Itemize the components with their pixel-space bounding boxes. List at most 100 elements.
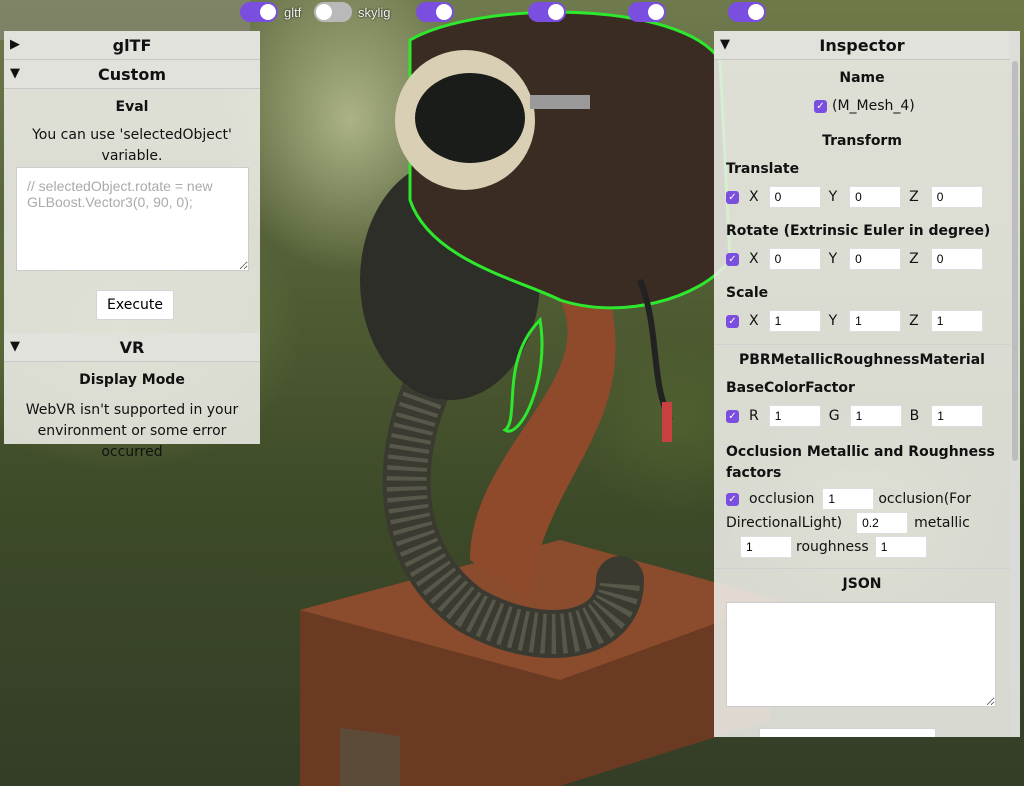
collapse-arrow-icon: ▼ (10, 339, 20, 354)
json-textarea[interactable] (726, 602, 996, 707)
inspector-body: Name ✓ (M_Mesh_4) Transform Translate ✓ … (714, 60, 1010, 737)
execute-button[interactable]: Execute (96, 290, 174, 320)
axis-z-label: Z (909, 189, 919, 205)
switch-off[interactable] (314, 2, 352, 22)
axis-x-label: X (749, 189, 759, 205)
translate-x-input[interactable] (768, 186, 821, 208)
scale-label: Scale (726, 285, 769, 301)
inspector-scrollbar[interactable] (1010, 31, 1020, 737)
axis-z-label: Z (909, 251, 919, 267)
occlusion-label: occlusion (749, 491, 815, 507)
base-color-b-input[interactable] (931, 405, 984, 427)
base-color-row: ✓ R G B (726, 405, 984, 427)
inspector-panel: ▼ Inspector Name ✓ (M_Mesh_4) Transform … (714, 31, 1020, 737)
axis-x-label: X (749, 251, 759, 267)
scale-y-input[interactable] (849, 310, 902, 332)
vr-section-header[interactable]: ▼ VR (4, 333, 260, 362)
inspector-title: Inspector (819, 35, 905, 55)
occlusion-dir-row: DirectionalLight) metallic (726, 512, 970, 534)
toggle-skylight[interactable]: skylig (314, 2, 391, 22)
base-color-r-input[interactable] (768, 405, 821, 427)
translate-row: ✓ X Y Z (726, 186, 983, 208)
switch-on[interactable] (416, 2, 454, 22)
translate-z-input[interactable] (930, 186, 983, 208)
switch-on[interactable] (628, 2, 666, 22)
visibility-toggle-bar: gltf skylig (0, 2, 1024, 24)
inspector-header[interactable]: ▼ Inspector (714, 31, 1010, 60)
json-label: JSON (842, 576, 882, 592)
axis-x-label: X (749, 313, 759, 329)
switch-on[interactable] (528, 2, 566, 22)
visible-checkbox[interactable]: ✓ (814, 99, 827, 113)
translate-y-input[interactable] (849, 186, 902, 208)
toggle-6[interactable] (728, 2, 766, 22)
material-label: PBRMetallicRoughnessMaterial (739, 352, 985, 368)
eval-label: Eval (115, 99, 149, 115)
translate-checkbox[interactable]: ✓ (726, 190, 739, 204)
eval-code-input[interactable] (16, 167, 249, 271)
vr-message: WebVR isn't supported in your environmen… (25, 402, 239, 460)
switch-on[interactable] (728, 2, 766, 22)
gltf-section-header[interactable]: ▶ glTF (4, 31, 260, 60)
collapse-arrow-icon: ▼ (10, 66, 20, 81)
scale-row: ✓ X Y Z (726, 310, 983, 332)
roughness-input[interactable] (874, 536, 927, 558)
metallic-input[interactable] (740, 536, 792, 558)
section-title: glTF (112, 35, 152, 55)
mesh-name-row: ✓ (M_Mesh_4) (814, 98, 915, 114)
base-color-label: BaseColorFactor (726, 380, 855, 396)
toggle-4[interactable] (528, 2, 566, 22)
divider (714, 568, 1010, 569)
occlusion-dir-label-cont: DirectionalLight) (726, 515, 843, 531)
scale-z-input[interactable] (930, 310, 983, 332)
toggle-3[interactable] (416, 2, 454, 22)
transform-label: Transform (822, 133, 902, 149)
occlusion-dir-input[interactable] (856, 512, 909, 534)
eval-hint: You can use 'selectedObject' variable. (32, 127, 232, 164)
section-title: Custom (98, 64, 166, 84)
rotate-z-input[interactable] (930, 248, 983, 270)
metallic-label: metallic (914, 515, 970, 531)
display-mode-label: Display Mode (79, 372, 185, 388)
toggle-5[interactable] (628, 2, 666, 22)
mesh-name: (M_Mesh_4) (832, 98, 915, 114)
rotate-label: Rotate (Extrinsic Euler in degree) (726, 223, 991, 239)
toggle-gltf[interactable]: gltf (240, 2, 301, 22)
roughness-label: roughness (796, 539, 869, 555)
scrollbar-thumb[interactable] (1012, 61, 1018, 461)
channel-b-label: B (909, 408, 920, 424)
custom-section-body: Eval You can use 'selectedObject' variab… (4, 89, 260, 333)
oms-label: Occlusion Metallic and Roughness factors (726, 444, 995, 481)
base-color-g-input[interactable] (849, 405, 902, 427)
apply-json-button[interactable] (759, 728, 936, 737)
oms-checkbox[interactable]: ✓ (726, 492, 739, 506)
scale-x-input[interactable] (768, 310, 821, 332)
toggle-label: skylig (358, 4, 391, 20)
base-color-checkbox[interactable]: ✓ (726, 409, 739, 423)
collapse-arrow-icon: ▼ (720, 37, 730, 52)
rotate-checkbox[interactable]: ✓ (726, 252, 739, 266)
custom-section-header[interactable]: ▼ Custom (4, 60, 260, 89)
metallic-roughness-row: roughness (740, 536, 927, 558)
switch-on[interactable] (240, 2, 278, 22)
channel-r-label: R (749, 408, 759, 424)
left-panel: ▶ glTF ▼ Custom Eval You can use 'select… (4, 31, 260, 460)
axis-y-label: Y (828, 189, 838, 205)
axis-z-label: Z (909, 313, 919, 329)
section-title: VR (119, 337, 145, 357)
rotate-y-input[interactable] (849, 248, 902, 270)
toggle-label: gltf (284, 4, 302, 20)
rotate-row: ✓ X Y Z (726, 248, 983, 270)
divider (714, 344, 1010, 345)
axis-y-label: Y (828, 251, 838, 267)
occlusion-input[interactable] (822, 488, 875, 510)
scale-checkbox[interactable]: ✓ (726, 314, 739, 328)
vr-section-body: Display Mode WebVR isn't supported in yo… (4, 362, 260, 460)
occlusion-dir-label: occlusion(For (878, 491, 972, 507)
translate-label: Translate (726, 161, 800, 177)
channel-g-label: G (828, 408, 840, 424)
occlusion-row: ✓ occlusion occlusion(For (726, 488, 971, 510)
axis-y-label: Y (828, 313, 838, 329)
rotate-x-input[interactable] (768, 248, 821, 270)
expand-arrow-icon: ▶ (10, 37, 20, 52)
